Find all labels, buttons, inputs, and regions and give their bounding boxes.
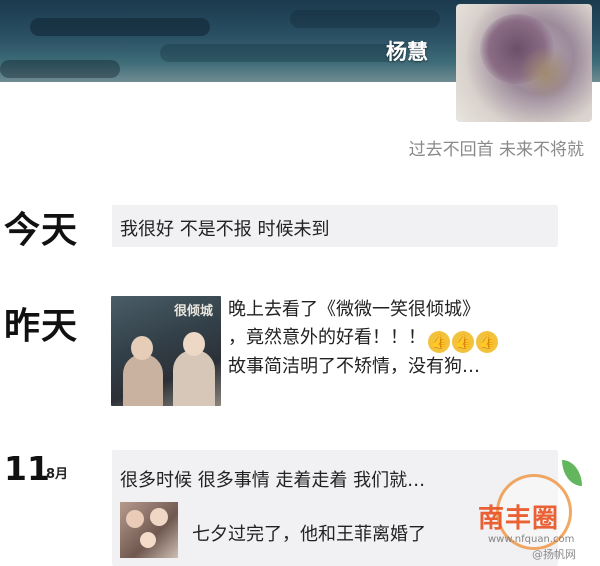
date-label-yesterday: 昨天 bbox=[4, 306, 79, 347]
poster-figure bbox=[123, 354, 163, 406]
post-line: ，竟然意外的好看！！！ 👍 👍 👍 bbox=[228, 324, 558, 353]
cover-streak bbox=[160, 44, 400, 62]
thumbnail-face bbox=[150, 508, 168, 526]
thumbnail-face bbox=[126, 510, 144, 528]
post-text-yesterday[interactable]: 晚上去看了《微微一笑很倾城》 ，竟然意外的好看！！！ 👍 👍 👍 故事简洁明了不矫情，… bbox=[228, 296, 558, 381]
post-text: 我很好 不是不报 时候未到 bbox=[120, 219, 330, 240]
post-line: 晚上去看了《微微一笑很倾城》 bbox=[228, 299, 480, 320]
profile-avatar[interactable] bbox=[456, 4, 592, 122]
poster-figure bbox=[131, 336, 153, 360]
post-line-text: ，竟然意外的好看！！！ bbox=[228, 327, 426, 348]
poster-figure bbox=[173, 350, 215, 406]
shared-article-thumbnail bbox=[120, 502, 178, 558]
poster-title: 很倾城 bbox=[173, 304, 213, 319]
profile-username: 杨慧 bbox=[386, 40, 428, 64]
shared-article-title: 七夕过完了，他和王菲离婚了 bbox=[192, 524, 426, 545]
date-day: 11 bbox=[4, 449, 50, 488]
date-label-today: 今天 bbox=[4, 210, 79, 251]
poster-figure bbox=[183, 332, 205, 356]
avatar-shape bbox=[516, 48, 576, 98]
watermark-weibo: @扬帆网 bbox=[532, 548, 576, 561]
cover-streak bbox=[0, 60, 120, 78]
watermark-title: 南丰圈 bbox=[478, 504, 560, 534]
watermark-logo: 南丰圈 www.nfquan.com @扬帆网 bbox=[470, 460, 598, 564]
cover-streak bbox=[290, 10, 440, 28]
thumbs-up-icon: 👍 bbox=[476, 331, 498, 353]
thumbs-up-icon: 👍 bbox=[452, 331, 474, 353]
thumbnail-face bbox=[140, 532, 156, 548]
thumbs-up-icon: 👍 bbox=[428, 331, 450, 353]
post-line: 故事简洁明了不矫情，没有狗… bbox=[228, 356, 480, 377]
post-text-today[interactable]: 我很好 不是不报 时候未到 bbox=[112, 205, 558, 247]
profile-signature: 过去不回首 未来不将就 bbox=[408, 140, 584, 160]
shared-headline: 很多时候 很多事情 走着走着 我们就… bbox=[120, 470, 426, 491]
watermark-url: www.nfquan.com bbox=[488, 534, 575, 545]
thumbs-up-group: 👍 👍 👍 bbox=[426, 324, 498, 353]
post-image-movie-poster[interactable]: 很倾城 bbox=[111, 296, 221, 406]
date-month: 8月 bbox=[46, 467, 69, 482]
leaf-icon bbox=[562, 460, 582, 486]
cover-streak bbox=[30, 18, 210, 36]
